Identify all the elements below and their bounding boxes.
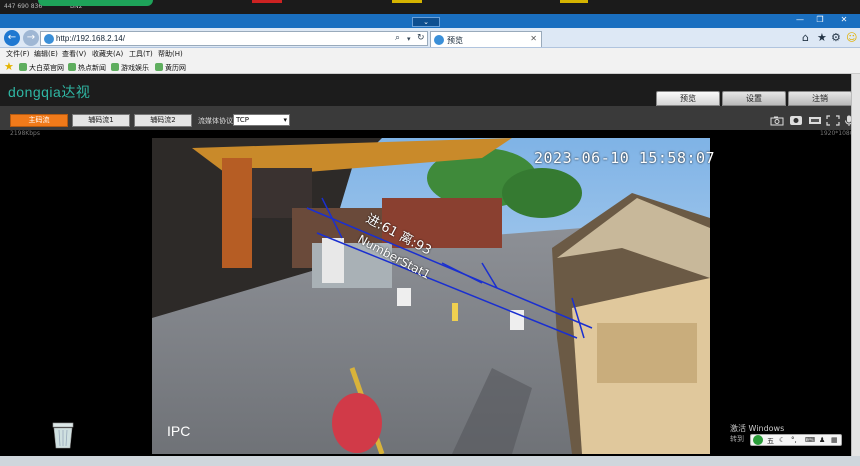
gear-icon[interactable]: ⚙ (831, 31, 841, 44)
menu-bar: 文件(F) 编辑(E) 查看(V) 收藏夹(A) 工具(T) 帮助(H) (0, 48, 860, 60)
fav-item-4[interactable]: 黄历网 (155, 63, 186, 73)
ime-punct-icon[interactable]: °, (791, 436, 797, 444)
back-arrow-icon: ← (7, 32, 17, 43)
fav-page-icon (111, 63, 119, 71)
titlebar-dropdown-button[interactable]: ⌄ (412, 17, 440, 27)
chevron-down-icon[interactable]: ▾ (407, 35, 411, 43)
fav-label: 大白菜官网 (29, 64, 64, 72)
star-icon[interactable]: ★ (817, 31, 827, 44)
main-stream-button[interactable]: 主码流 (10, 114, 68, 127)
ime-grid-icon[interactable]: ▦ (831, 436, 838, 444)
fav-page-icon (68, 63, 76, 71)
fav-label: 游戏娱乐 (121, 64, 149, 72)
fav-item-1[interactable]: 大白菜官网 (19, 63, 64, 73)
home-icon[interactable]: ⌂ (802, 31, 809, 44)
tab-close-icon[interactable]: ✕ (530, 34, 537, 43)
resolution-readout: 1920*1080 (820, 130, 854, 137)
menu-edit[interactable]: 编辑(E) (34, 49, 58, 59)
fav-item-3[interactable]: 游戏娱乐 (111, 63, 149, 73)
activation-watermark-title: 激活 Windows (730, 424, 785, 433)
globe-icon (44, 34, 54, 44)
fav-item-2[interactable]: 热点新闻 (68, 63, 106, 73)
browser-tab[interactable]: 预览 ✕ (430, 31, 542, 47)
menu-favorites[interactable]: 收藏夹(A) (92, 49, 123, 59)
vertical-scrollbar[interactable] (851, 74, 860, 456)
chevron-down-icon: ▾ (283, 116, 287, 124)
menu-file[interactable]: 文件(F) (6, 49, 30, 59)
osd-timestamp: 2023-06-10 15:58:07 (534, 149, 716, 167)
tab-settings[interactable]: 设置 (722, 91, 786, 106)
protocol-value: TCP (236, 116, 249, 124)
protocol-label: 流媒体协议 (198, 117, 233, 125)
menu-view[interactable]: 查看(V) (62, 49, 86, 59)
url-field[interactable]: http://192.168.2.14/ ⌕ ▾ ↻ (40, 31, 428, 46)
menu-tools[interactable]: 工具(T) (129, 49, 153, 59)
fav-label: 黄历网 (165, 64, 186, 72)
browser-window: 447 690 836 BN2 — ❐ ✕ ⌄ ← → http://192.1… (0, 0, 860, 466)
osd-channel-name: IPC (167, 423, 191, 439)
protocol-select[interactable]: TCP ▾ (233, 114, 290, 126)
url-text: http://192.168.2.14/ (56, 34, 125, 43)
ime-logo-icon (753, 435, 763, 445)
red-marker (252, 0, 282, 3)
tab-logout[interactable]: 注销 (788, 91, 852, 106)
fav-label: 热点新闻 (78, 64, 106, 72)
fav-page-icon (155, 63, 163, 71)
forward-arrow-icon: → (26, 32, 36, 43)
smiley-icon[interactable]: ☺ (846, 31, 857, 44)
ime-moon-icon[interactable]: ☾ (779, 436, 785, 444)
bitrate-readout: 2198Kbps (10, 130, 40, 137)
sub-stream-1-button[interactable]: 辅码流1 (72, 114, 130, 127)
tab-favicon-icon (434, 35, 444, 45)
tab-title: 预览 (447, 36, 463, 45)
fullscreen-icon[interactable] (826, 115, 840, 126)
tab-preview[interactable]: 预览 (656, 91, 720, 106)
back-button[interactable]: ← (4, 30, 20, 46)
favorites-star-icon[interactable]: ★ (4, 60, 14, 73)
restore-button[interactable]: ❐ (810, 15, 830, 24)
recycle-bin-icon[interactable] (50, 420, 76, 450)
ime-user-icon[interactable]: ♟ (819, 436, 825, 444)
camera-live-view[interactable] (152, 138, 710, 454)
fav-page-icon (19, 63, 27, 71)
notification-pill[interactable] (38, 0, 153, 6)
search-icon[interactable]: ⌕ (395, 33, 400, 43)
record-icon[interactable] (789, 115, 803, 126)
snapshot-camera-icon[interactable] (770, 115, 784, 126)
ime-keyboard-icon[interactable]: ⌨ (805, 436, 815, 444)
sub-stream-2-button[interactable]: 辅码流2 (134, 114, 192, 127)
activation-watermark-hint: 转到 (730, 435, 744, 443)
menu-help[interactable]: 帮助(H) (158, 49, 183, 59)
refresh-icon[interactable]: ↻ (417, 33, 425, 43)
yellow-marker (392, 0, 422, 3)
yellow-marker-2 (560, 0, 588, 3)
favorites-bar: ★ 大白菜官网 热点新闻 游戏娱乐 黄历网 (0, 60, 860, 74)
status-strip (0, 456, 860, 466)
ime-mode-label[interactable]: 五 (767, 436, 774, 446)
brand-logo: dongqia达视 (8, 84, 91, 100)
zoom-view-icon[interactable] (808, 115, 822, 126)
ime-toolbar[interactable]: 五 ☾ °, ⌨ ♟ ▦ (750, 434, 842, 446)
taskbar-left-text: 447 690 836 (4, 3, 43, 10)
forward-button[interactable]: → (23, 30, 39, 46)
minimize-button[interactable]: — (790, 15, 810, 24)
close-button[interactable]: ✕ (834, 15, 854, 24)
